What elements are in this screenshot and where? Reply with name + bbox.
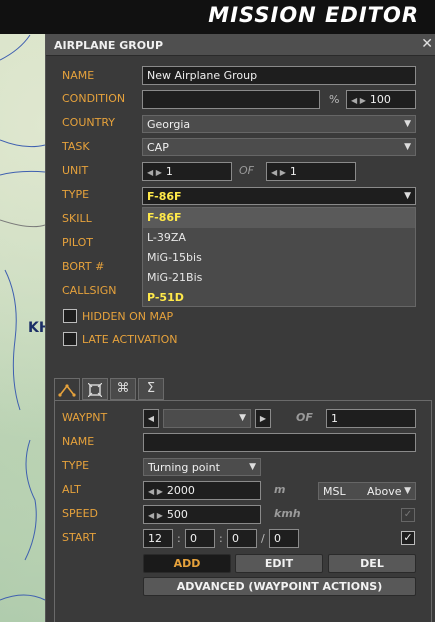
window-title: MISSION EDITOR <box>208 3 419 27</box>
spinner-arrows-icon[interactable]: ◀ ▶ <box>351 96 366 105</box>
time-separator: : <box>219 532 223 545</box>
probability-value: 100 <box>369 93 391 106</box>
add-waypoint-button[interactable]: ADD <box>143 554 231 573</box>
sigma-icon: Σ <box>146 381 156 396</box>
start-minutes-field[interactable]: 0 <box>185 529 215 548</box>
airplane-group-panel: AIRPLANE GROUP ✕ NAME New Airplane Group… <box>45 34 435 622</box>
task-select[interactable]: CAP ▼ <box>142 138 416 156</box>
unit-spinner[interactable]: ◀ ▶ 1 <box>142 162 232 181</box>
late-activation-checkbox[interactable] <box>63 332 77 346</box>
country-value: Georgia <box>147 118 191 131</box>
pilot-label: PILOT <box>62 236 93 249</box>
waypoint-type-select[interactable]: Turning point ▼ <box>143 458 261 476</box>
aircraft-type-value: F-86F <box>147 190 182 203</box>
chevron-down-icon: ▼ <box>404 191 411 201</box>
advanced-waypoint-actions-button[interactable]: ADVANCED (WAYPOINT ACTIONS) <box>143 577 416 596</box>
task-value: CAP <box>147 141 169 154</box>
country-label: COUNTRY <box>62 116 115 129</box>
prev-waypoint-button[interactable]: ◀ <box>143 409 159 428</box>
spinner-arrows-icon[interactable]: ◀ ▶ <box>271 168 286 177</box>
aircraft-type-dropdown-list: F-86F L-39ZA MiG-15bis MiG-21Bis P-51D <box>142 207 416 307</box>
hidden-on-map-label: HIDDEN ON MAP <box>82 310 174 323</box>
altitude-value: 2000 <box>166 484 195 497</box>
unit-value: 1 <box>165 165 173 178</box>
route-tab[interactable] <box>54 378 80 400</box>
spinner-arrows-icon[interactable]: ◀ ▶ <box>148 487 163 496</box>
unit-label: UNIT <box>62 164 89 177</box>
start-hours-field[interactable]: 12 <box>143 529 173 548</box>
skill-label: SKILL <box>62 212 92 225</box>
type-label: TYPE <box>62 188 90 201</box>
waypoint-select[interactable]: ▼ <box>163 409 251 428</box>
spinner-arrows-icon[interactable]: ◀ ▶ <box>147 168 162 177</box>
panel-header: AIRPLANE GROUP ✕ <box>46 34 435 56</box>
aircraft-option[interactable]: L-39ZA <box>143 228 415 248</box>
altitude-reference-select[interactable]: MSL Above ▼ <box>318 482 416 500</box>
speed-lock-checkbox[interactable]: ✓ <box>401 508 415 522</box>
unit-of-label: OF <box>239 164 254 177</box>
callsign-label: CALLSIGN <box>62 284 117 297</box>
altitude-reference-value: MSL <box>323 485 346 498</box>
task-label: TASK <box>62 140 90 153</box>
waypoint-type-label: TYPE <box>62 459 90 472</box>
start-seconds-field[interactable]: 0 <box>227 529 257 548</box>
altitude-mode-value: Above <box>367 485 402 498</box>
start-time-checkbox[interactable]: ✓ <box>401 531 415 545</box>
aircraft-option[interactable]: MiG-15bis <box>143 248 415 268</box>
edit-waypoint-button[interactable]: EDIT <box>235 554 323 573</box>
altitude-unit: m <box>274 483 286 496</box>
start-day-field[interactable]: 0 <box>269 529 299 548</box>
waypoint-of-label: OF <box>296 411 313 424</box>
condition-field[interactable] <box>142 90 320 109</box>
aircraft-type-select[interactable]: F-86F ▼ <box>142 187 416 205</box>
panel-title: AIRPLANE GROUP <box>54 39 164 52</box>
aircraft-option[interactable]: P-51D <box>143 288 415 308</box>
aircraft-option[interactable]: F-86F <box>143 208 415 228</box>
waypoint-name-label: NAME <box>62 435 95 448</box>
spinner-arrows-icon[interactable]: ◀ ▶ <box>148 511 163 520</box>
chevron-down-icon: ▼ <box>249 462 256 472</box>
chevron-down-icon: ▼ <box>404 142 411 152</box>
country-select[interactable]: Georgia ▼ <box>142 115 416 133</box>
start-label: START <box>62 531 96 544</box>
unit-total-spinner[interactable]: ◀ ▶ 1 <box>266 162 356 181</box>
bort-label: BORT # <box>62 260 105 273</box>
percent-sign: % <box>329 93 340 106</box>
altitude-spinner[interactable]: ◀ ▶ 2000 <box>143 481 261 500</box>
speed-label: SPEED <box>62 507 98 520</box>
title-bar: MISSION EDITOR <box>0 0 435 34</box>
chevron-down-icon: ▼ <box>239 413 246 423</box>
chevron-down-icon: ▼ <box>404 486 411 496</box>
unit-total-value: 1 <box>289 165 297 178</box>
delete-waypoint-button[interactable]: DEL <box>328 554 416 573</box>
command-icon: ⌘ <box>116 381 130 396</box>
next-waypoint-button[interactable]: ▶ <box>255 409 271 428</box>
name-label: NAME <box>62 69 95 82</box>
aircraft-option[interactable]: MiG-21Bis <box>143 268 415 288</box>
late-activation-label: LATE ACTIVATION <box>82 333 178 346</box>
time-separator: : <box>177 532 181 545</box>
probability-spinner[interactable]: ◀ ▶ 100 <box>346 90 416 109</box>
speed-unit: kmh <box>274 507 301 520</box>
summary-tab[interactable]: Σ <box>138 378 164 400</box>
day-separator: / <box>261 532 265 545</box>
waypoint-type-value: Turning point <box>148 461 220 474</box>
altitude-label: ALT <box>62 483 81 496</box>
chevron-down-icon: ▼ <box>404 119 411 129</box>
waypoint-label: WAYPNT <box>62 411 108 424</box>
waypoint-name-field[interactable] <box>143 433 416 452</box>
group-name-field[interactable]: New Airplane Group <box>142 66 416 85</box>
speed-value: 500 <box>166 508 188 521</box>
actions-tab[interactable]: ⌘ <box>110 378 136 400</box>
route-icon <box>58 384 76 397</box>
targets-tab[interactable] <box>82 378 108 400</box>
condition-label: CONDITION <box>62 92 126 105</box>
speed-spinner[interactable]: ◀ ▶ 500 <box>143 505 261 524</box>
close-icon[interactable]: ✕ <box>421 36 433 52</box>
waypoint-total-field: 1 <box>326 409 416 428</box>
target-icon <box>87 382 103 398</box>
hidden-on-map-checkbox[interactable] <box>63 309 77 323</box>
